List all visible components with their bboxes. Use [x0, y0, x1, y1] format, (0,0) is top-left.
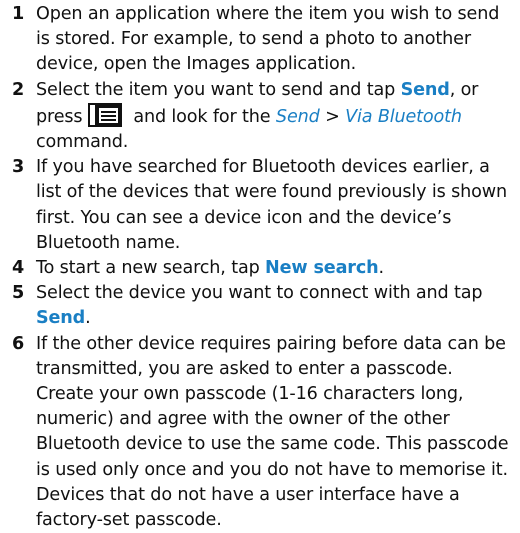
new-search-command: New search — [265, 258, 379, 279]
step-text: If the other device requires pairing bef… — [36, 333, 509, 531]
step-text: Select the item you want to send and tap… — [36, 78, 512, 156]
step-3: 3 If you have searched for Bluetooth dev… — [12, 155, 512, 256]
step-text-part: command. — [36, 132, 129, 153]
menu-separator: > — [319, 106, 346, 127]
send-command: Send — [36, 308, 86, 329]
step-5: 5 Select the device you want to connect … — [12, 281, 512, 331]
step-text-part: To start a new search, tap — [36, 258, 266, 279]
step-text-part: and look for the — [127, 106, 276, 127]
step-text: If you have searched for Bluetooth devic… — [36, 157, 507, 253]
step-4: 4 To start a new search, tap New search. — [12, 256, 512, 281]
step-6: 6 If the other device requires pairing b… — [12, 332, 512, 533]
step-text-part: Select the device you want to connect wi… — [36, 283, 483, 304]
step-number: 5 — [12, 283, 25, 304]
step-text-part: Select the item you want to send and tap — [36, 79, 401, 100]
step-1: 1 Open an application where the item you… — [12, 2, 512, 78]
step-number: 4 — [12, 258, 25, 279]
menu-path-send: Send — [275, 106, 320, 127]
step-text: Select the device you want to connect wi… — [36, 281, 512, 331]
menu-key-icon — [87, 102, 122, 127]
step-text: Open an application where the item you w… — [36, 4, 500, 75]
step-number: 6 — [12, 333, 25, 354]
instruction-page: 1 Open an application where the item you… — [0, 0, 520, 530]
step-number: 2 — [12, 79, 25, 100]
step-text: To start a new search, tap New search. — [36, 256, 512, 281]
menu-path-via-bluetooth: Via Bluetooth — [345, 106, 462, 127]
step-number: 3 — [12, 157, 25, 178]
step-text-part: . — [378, 258, 385, 279]
send-command: Send — [400, 79, 450, 100]
step-number: 1 — [12, 4, 25, 24]
step-text-part: . — [85, 308, 91, 329]
step-2: 2 Select the item you want to send and t… — [12, 78, 512, 156]
